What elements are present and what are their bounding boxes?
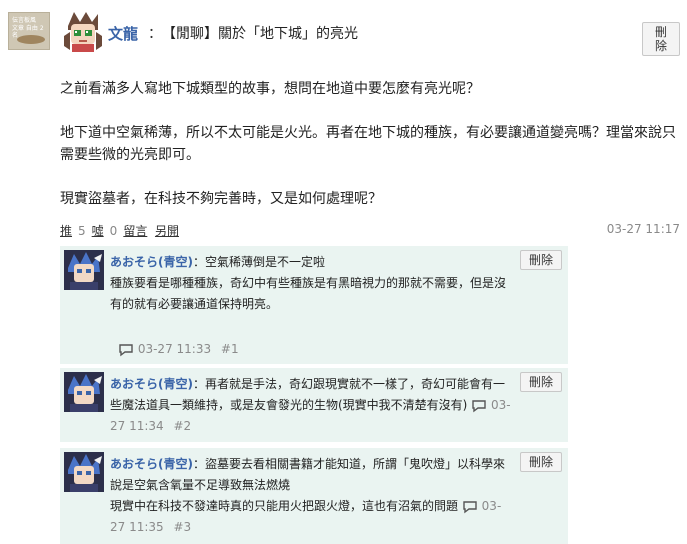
delete-post-button[interactable]: 刪除: [642, 22, 680, 56]
push-button[interactable]: 推: [60, 224, 72, 238]
post-action-bar: 推 5 噓 0 留言 另開 03-27 11:17: [60, 222, 680, 240]
comment-text: あおそら(青空)：盜墓要去看相關書籍才能知道，所謂「鬼吹燈」以科學來說是空氣含氧…: [110, 454, 514, 538]
board-thumbnail[interactable]: 伝言板風 文章 自由 2名: [8, 12, 50, 50]
commenter-name[interactable]: あおそら(青空): [110, 377, 193, 391]
post-timestamp: 03-27 11:17: [606, 222, 680, 236]
delete-comment-button[interactable]: 刪除: [519, 452, 562, 472]
boo-button[interactable]: 噓: [92, 224, 104, 238]
post-paragraph: 現實盜墓者，在科技不夠完善時，又是如何處理呢？: [60, 191, 382, 207]
reply-bubble-icon[interactable]: [118, 343, 134, 357]
reply-bubble-icon[interactable]: [462, 500, 478, 514]
commenter-avatar[interactable]: [64, 250, 104, 290]
comment-text: あおそら(青空)：再者就是手法，奇幻跟現實就不一樣了，奇幻可能會有一些魔法道具一…: [110, 374, 514, 437]
comment-first-line: ：空氣稀薄倒是不一定啦: [192, 255, 325, 269]
comment-continued: 種族要看是哪種種族，奇幻中有些種族是有黑暗視力的那就不需要，但是沒有的就有必要讓…: [110, 276, 507, 311]
post-title: 【閒聊】關於「地下城」的亮光: [162, 26, 358, 42]
title-separator: ：: [148, 26, 162, 42]
delete-comment-button[interactable]: 刪除: [519, 250, 562, 270]
post-header: 伝言板風 文章 自由 2名 文龍 ： 【閒聊】關於「地下城」的亮光 刪除: [8, 10, 680, 56]
commenter-name[interactable]: あおそら(青空): [110, 255, 193, 269]
comment-item: あおそら(青空)：盜墓要去看相關書籍才能知道，所謂「鬼吹燈」以科學來說是空氣含氧…: [60, 448, 568, 544]
push-count: 5: [78, 224, 86, 238]
comment-meta: 03-27 11:33 #1: [118, 342, 239, 357]
comment-continued: 現實中在科技不發達時真的只能用火把跟火燈，這也有沼氣的問題: [110, 499, 459, 513]
comment-floor: #2: [173, 419, 192, 433]
comment-item: あおそら(青空)：再者就是手法，奇幻跟現實就不一樣了，奇幻可能會有一些魔法道具一…: [60, 368, 568, 442]
author-avatar[interactable]: [62, 10, 104, 52]
post-paragraph: 地下道中空氣稀薄，所以不太可能是火光。再者在地下城的種族，有必要讓通道變亮嗎？理…: [60, 125, 676, 163]
commenter-name[interactable]: あおそら(青空): [110, 457, 193, 471]
fold-link[interactable]: 另開: [155, 224, 179, 238]
reply-bubble-icon[interactable]: [471, 399, 487, 413]
comment-floor: #3: [173, 520, 192, 534]
post-paragraph: 之前看滿多人寫地下城類型的故事，想問在地道中要怎麼有亮光呢？: [60, 81, 480, 97]
board-thumb-art: [17, 35, 45, 44]
reply-link[interactable]: 留言: [123, 224, 147, 238]
commenter-avatar[interactable]: [64, 452, 104, 492]
board-thumb-text: 伝言板風: [12, 17, 37, 24]
author-name[interactable]: 文龍: [108, 23, 138, 44]
commenter-avatar[interactable]: [64, 372, 104, 412]
delete-comment-button[interactable]: 刪除: [519, 372, 562, 392]
comment-text: あおそら(青空)：空氣稀薄倒是不一定啦 種族要看是哪種種族，奇幻中有些種族是有黑…: [110, 252, 514, 315]
comment-item: あおそら(青空)：空氣稀薄倒是不一定啦 種族要看是哪種種族，奇幻中有些種族是有黑…: [60, 246, 568, 364]
boo-count: 0: [109, 224, 118, 238]
comment-time: 03-27 11:33: [137, 342, 212, 356]
post-body: 之前看滿多人寫地下城類型的故事，想問在地道中要怎麼有亮光呢？ 地下道中空氣稀薄，…: [60, 78, 680, 210]
comment-floor: #1: [220, 342, 239, 356]
